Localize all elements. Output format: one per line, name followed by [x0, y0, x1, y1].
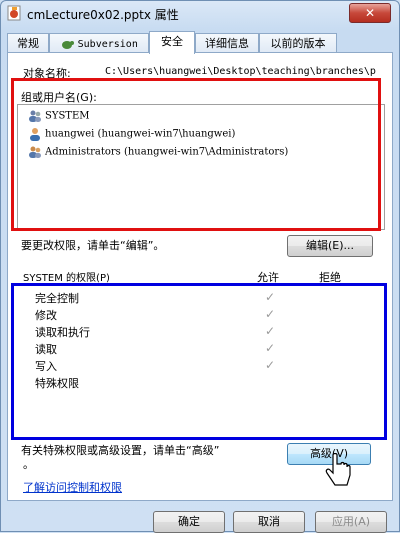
highlight-permissions-box	[11, 283, 387, 440]
permissions-header: SYSTEM 的权限(P)	[23, 273, 110, 284]
object-path: C:\Users\huangwei\Desktop\teaching\branc…	[105, 66, 376, 77]
tab-subversion-label: Subversion	[77, 39, 138, 50]
tab-general[interactable]: 常规	[7, 33, 49, 53]
apply-button[interactable]: 应用(A)	[315, 511, 387, 533]
advanced-hint: 有关特殊权限或高级设置，请单击“高级”	[21, 444, 220, 457]
cancel-button[interactable]: 取消	[233, 511, 305, 533]
edit-button[interactable]: 编辑(E)...	[287, 235, 373, 257]
properties-window: cmLecture0x02.pptx 属性 ✕ 常规 Subversion 安全…	[0, 0, 400, 533]
hand-cursor-icon	[325, 453, 351, 486]
title-bar: cmLecture0x02.pptx 属性 ✕	[1, 1, 399, 25]
ok-button[interactable]: 确定	[153, 511, 225, 533]
change-hint: 要更改权限，请单击“编辑”。	[21, 239, 165, 252]
highlight-users-box	[11, 78, 381, 231]
advanced-hint-end: 。	[23, 458, 34, 471]
window-title: cmLecture0x02.pptx 属性	[27, 8, 179, 22]
turtle-icon	[62, 41, 75, 49]
tab-details[interactable]: 详细信息	[195, 33, 259, 53]
tab-security[interactable]: 安全	[149, 31, 195, 54]
learn-access-control-link[interactable]: 了解访问控制和权限	[23, 479, 122, 495]
tab-subversion[interactable]: Subversion	[49, 33, 149, 53]
tab-previous-versions[interactable]: 以前的版本	[259, 33, 337, 53]
close-button[interactable]: ✕	[349, 3, 391, 23]
pptx-file-icon	[7, 5, 21, 21]
